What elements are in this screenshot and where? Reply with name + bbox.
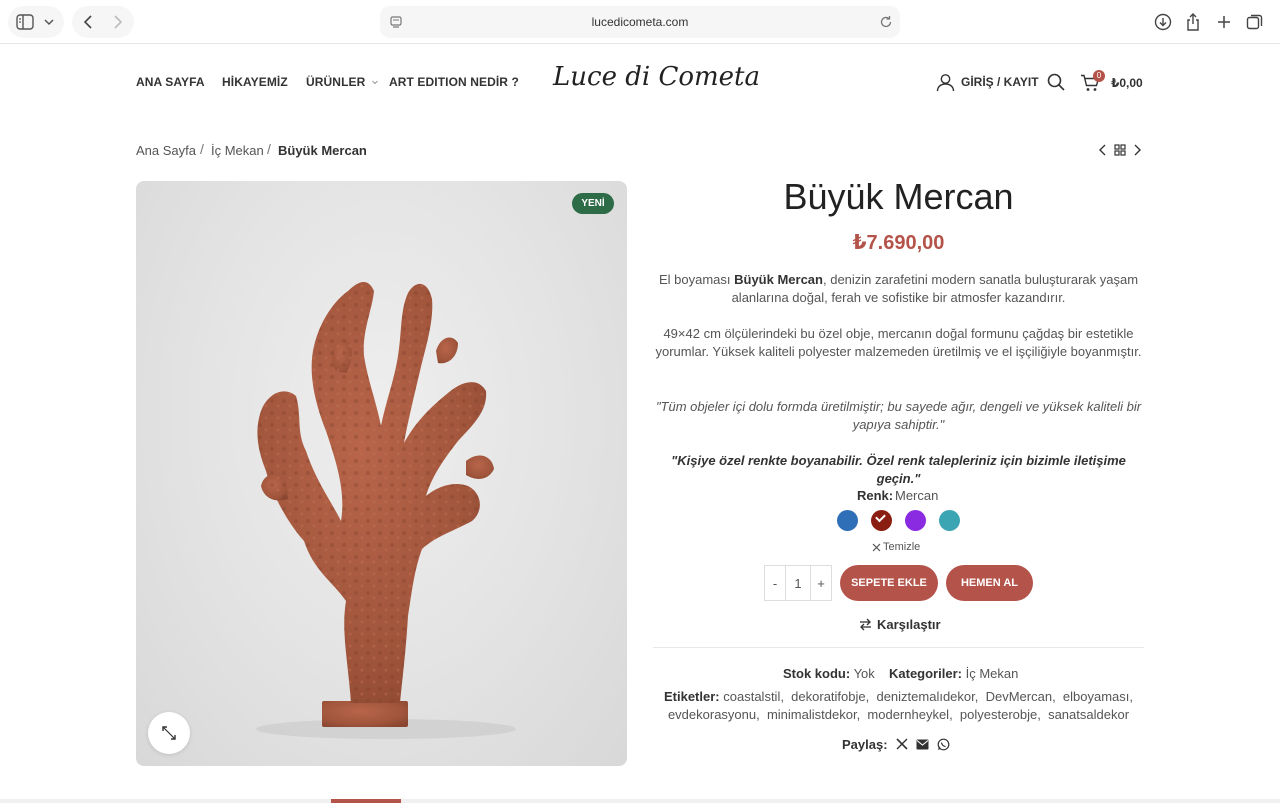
breadcrumb-separator: / bbox=[267, 141, 271, 157]
clear-selection[interactable]: Temizle bbox=[872, 541, 920, 553]
color-label-text: Renk bbox=[857, 488, 889, 503]
quantity-input[interactable]: 1 bbox=[785, 566, 811, 600]
login-label: GİRİŞ / KAYIT bbox=[961, 75, 1039, 89]
new-badge: YENİ bbox=[572, 193, 614, 214]
tag-link[interactable]: DevMercan bbox=[986, 689, 1052, 704]
category-link[interactable]: İç Mekan bbox=[966, 666, 1019, 681]
user-icon bbox=[936, 73, 955, 92]
tag-link[interactable]: elboyaması bbox=[1063, 689, 1129, 704]
chevron-down-icon bbox=[371, 80, 378, 85]
search-icon[interactable] bbox=[1047, 73, 1065, 91]
site-logo[interactable]: Luce di Cometa bbox=[553, 62, 760, 92]
back-icon[interactable] bbox=[80, 13, 96, 31]
bottom-bar bbox=[0, 799, 1280, 803]
expand-icon bbox=[162, 726, 176, 740]
prev-product-icon[interactable] bbox=[1096, 143, 1110, 157]
download-icon[interactable] bbox=[1154, 13, 1172, 31]
swatch-coral[interactable] bbox=[871, 510, 892, 531]
whatsapp-icon[interactable] bbox=[937, 738, 950, 751]
divider bbox=[653, 647, 1144, 648]
bottom-accent bbox=[331, 799, 401, 803]
close-icon bbox=[872, 543, 881, 552]
tag-link[interactable]: minimalistdekor bbox=[767, 707, 857, 722]
share-row: Paylaş: bbox=[842, 736, 950, 752]
next-product-icon[interactable] bbox=[1130, 143, 1144, 157]
share-label: Paylaş: bbox=[842, 736, 888, 752]
description-1-prefix: El boyaması bbox=[658, 272, 735, 287]
buy-now-button[interactable]: HEMEN AL bbox=[946, 565, 1033, 601]
tag-link[interactable]: coastalstil bbox=[723, 689, 780, 704]
login-link[interactable]: GİRİŞ / KAYIT bbox=[936, 72, 1039, 92]
tag-link[interactable]: deniztemalıdekor bbox=[876, 689, 974, 704]
sku: Stok kodu: Yok bbox=[783, 666, 875, 681]
sidebar-icon[interactable] bbox=[16, 13, 34, 31]
quote-custom-color: "Kişiye özel renkte boyanabilir. Özel re… bbox=[671, 453, 1126, 486]
forward-icon[interactable] bbox=[110, 13, 126, 31]
tag-link[interactable]: evdekorasyonu bbox=[668, 707, 756, 722]
color-label: Renk: bbox=[857, 488, 893, 503]
tag-link[interactable]: sanatsaldekor bbox=[1048, 707, 1129, 722]
categories: Kategoriler: İç Mekan bbox=[889, 666, 1018, 681]
quantity-minus-button[interactable]: - bbox=[765, 566, 785, 600]
browser-toolbar: lucedicometa.com bbox=[0, 0, 1280, 44]
new-tab-icon[interactable] bbox=[1216, 13, 1232, 31]
color-value: Mercan bbox=[895, 488, 939, 503]
nav-products-label: ÜRÜNLER bbox=[306, 75, 366, 89]
product-price: ₺7.690,00 bbox=[852, 232, 945, 254]
sku-label: Stok kodu: bbox=[783, 666, 851, 681]
description-1: El boyaması Büyük Mercan, denizin zarafe… bbox=[653, 271, 1144, 307]
tag-link[interactable]: dekoratifobje bbox=[791, 689, 865, 704]
clear-label: Temizle bbox=[883, 541, 921, 553]
zoom-button[interactable] bbox=[148, 712, 190, 754]
x-twitter-icon[interactable] bbox=[895, 738, 908, 750]
tags-label: Etiketler: bbox=[663, 689, 720, 704]
compare-label: Karşılaştır bbox=[877, 616, 941, 632]
product-image[interactable]: YENİ bbox=[136, 181, 627, 766]
url-text: lucedicometa.com bbox=[591, 15, 689, 29]
add-to-cart-button[interactable]: SEPETE EKLE bbox=[840, 565, 938, 601]
nav-home[interactable]: ANA SAYFA bbox=[136, 75, 205, 89]
breadcrumb-separator: / bbox=[200, 141, 204, 157]
breadcrumb-home[interactable]: Ana Sayfa bbox=[136, 143, 196, 158]
cart-count-badge: 0 bbox=[1093, 70, 1105, 82]
tag-link[interactable]: polyesterobje bbox=[960, 707, 1037, 722]
email-icon[interactable] bbox=[916, 739, 929, 750]
cart-button[interactable]: 0 ₺0,00 bbox=[1080, 70, 1150, 94]
swatch-purple[interactable] bbox=[905, 510, 926, 531]
cart-total: ₺0,00 bbox=[1111, 76, 1143, 90]
quantity-stepper: - 1 + bbox=[764, 565, 832, 601]
swatch-blue[interactable] bbox=[837, 510, 858, 531]
share-icon[interactable] bbox=[1185, 12, 1201, 32]
breadcrumb-current: Büyük Mercan bbox=[278, 143, 367, 158]
color-label-colon: : bbox=[888, 488, 894, 503]
tags: Etiketler: coastalstil, dekoratifobje, d… bbox=[663, 689, 1134, 722]
compare-link[interactable]: Karşılaştır bbox=[859, 616, 941, 632]
chevron-down-icon[interactable] bbox=[42, 15, 56, 29]
breadcrumb-category[interactable]: İç Mekan bbox=[211, 143, 264, 158]
quantity-plus-button[interactable]: + bbox=[811, 566, 831, 600]
swatch-teal[interactable] bbox=[939, 510, 960, 531]
address-bar[interactable]: lucedicometa.com bbox=[380, 6, 900, 38]
grid-icon[interactable] bbox=[1113, 143, 1127, 157]
nav-art-edition[interactable]: ART EDITION NEDİR ? bbox=[389, 75, 519, 89]
reload-icon[interactable] bbox=[878, 14, 894, 30]
compare-icon bbox=[859, 618, 872, 631]
description-2: 49×42 cm ölçülerindeki bu özel obje, mer… bbox=[655, 326, 1142, 359]
quote-solid-form: "Tüm objeler içi dolu formda üretilmişti… bbox=[655, 399, 1142, 432]
product-title: Büyük Mercan bbox=[783, 176, 1014, 217]
tab-overview-icon[interactable] bbox=[1246, 13, 1264, 31]
nav-story[interactable]: HİKAYEMİZ bbox=[222, 75, 288, 89]
categories-label: Kategoriler: bbox=[889, 666, 962, 681]
coral-sculpture-image bbox=[256, 281, 516, 739]
sku-value: Yok bbox=[853, 666, 875, 681]
description-1-product-name: Büyük Mercan bbox=[734, 272, 823, 287]
tag-link[interactable]: modernheykel bbox=[867, 707, 949, 722]
nav-products[interactable]: ÜRÜNLER bbox=[306, 75, 378, 89]
